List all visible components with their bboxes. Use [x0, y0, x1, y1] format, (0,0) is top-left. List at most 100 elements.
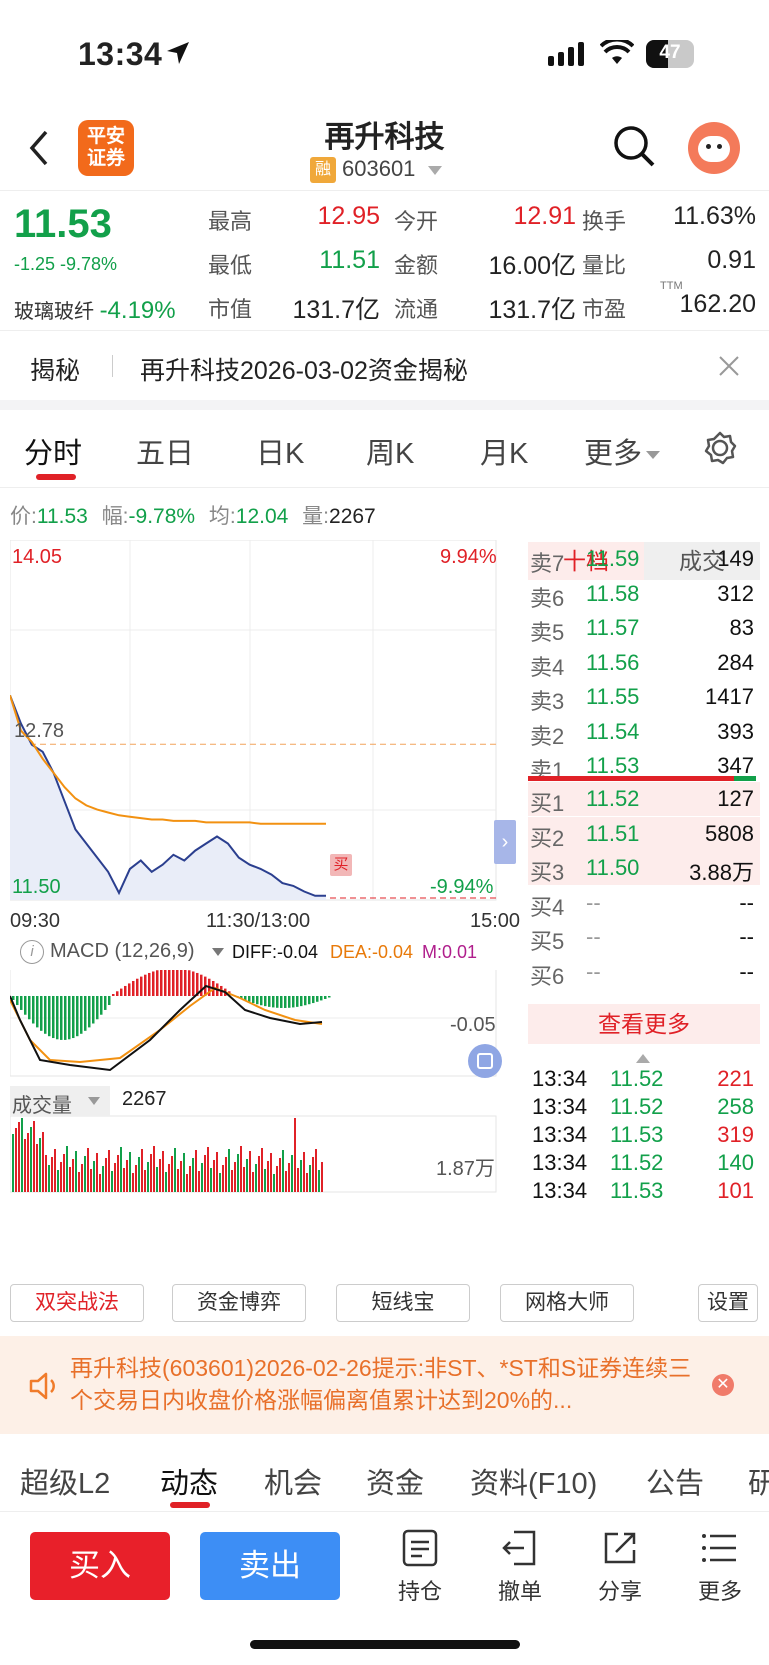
bid-level-label: 买5: [530, 929, 565, 954]
tool-settings[interactable]: 设置: [698, 1284, 758, 1322]
volume-bar: [258, 1156, 260, 1192]
assistant-avatar[interactable]: [688, 122, 740, 174]
volume-bar: [18, 1122, 20, 1192]
volume-bar: [162, 1151, 164, 1192]
macd-bar: [280, 996, 283, 1008]
bid-level-row[interactable]: 买4 -- --: [528, 886, 760, 920]
macd-bar: [160, 969, 163, 996]
stat-label-high: 最高: [208, 209, 253, 234]
sector-link[interactable]: 玻璃玻纤 -4.19%: [14, 295, 176, 325]
share-button[interactable]: 分享: [580, 1528, 660, 1606]
status-time: 13:34: [78, 36, 163, 72]
macd-bar: [148, 972, 151, 996]
volume-bar: [219, 1173, 221, 1192]
intraday-chart[interactable]: 14.05 9.94% 12.78 11.50 -9.94% 09:30 11:…: [10, 540, 526, 1270]
close-icon[interactable]: [718, 355, 740, 377]
ask-level-volume: 312: [717, 580, 754, 606]
tab-announcements[interactable]: 公告: [646, 1460, 704, 1502]
tab-daily-k[interactable]: 日K: [256, 430, 304, 472]
stock-code-selector[interactable]: 融 603601: [310, 156, 442, 184]
bid-level-row[interactable]: 买5 -- --: [528, 920, 760, 954]
bid-level-volume: --: [739, 958, 754, 984]
ask-level-volume: 1417: [705, 684, 754, 709]
bid-level-row[interactable]: 买2 11.51 5808: [528, 816, 760, 851]
volume-bar: [189, 1166, 191, 1192]
volume-bar: [132, 1173, 134, 1192]
fund-reveal-banner[interactable]: 揭秘 再升科技2026-03-02资金揭秘: [0, 330, 769, 400]
risk-notice[interactable]: 再升科技(603601)2026-02-26提示:非ST、*ST和S证券连续三个…: [0, 1336, 769, 1434]
volume-bar: [45, 1155, 47, 1192]
caret-down-icon: [427, 165, 442, 175]
macd-bar: [96, 996, 99, 1020]
stat-label-open: 今开: [394, 209, 439, 234]
macd-bar: [16, 996, 19, 1006]
stat-label-amount: 金额: [394, 253, 439, 278]
tool-double-breakout[interactable]: 双突战法: [10, 1284, 144, 1322]
volume-bar: [180, 1161, 182, 1192]
tab-five-day[interactable]: 五日: [136, 430, 194, 472]
expand-orderbook-handle[interactable]: ›: [494, 820, 516, 864]
caret-up-icon[interactable]: [636, 1054, 650, 1063]
ask-level-row[interactable]: 卖4 11.56 284: [528, 646, 760, 680]
stat-value-mktcap: 131.7亿: [292, 296, 380, 324]
buy-marker[interactable]: 买: [330, 854, 352, 876]
macd-bar: [48, 996, 51, 1037]
ask-level-row[interactable]: 卖5 11.57 83: [528, 611, 760, 645]
position-button[interactable]: 持仓: [380, 1528, 460, 1606]
volume-bar: [51, 1157, 53, 1192]
cancel-order-button[interactable]: 撤单: [480, 1528, 560, 1606]
volume-bar: [270, 1153, 272, 1192]
trade-row: 13:34 11.52 140: [528, 1150, 760, 1178]
tab-f10[interactable]: 资料(F10): [470, 1460, 597, 1502]
tab-opportunity[interactable]: 机会: [264, 1460, 322, 1502]
ask-level-row[interactable]: 卖6 11.58 312: [528, 577, 760, 611]
ask-level-price: 11.54: [586, 718, 640, 744]
ask-level-row[interactable]: 卖7 11.59 149: [528, 542, 760, 576]
gear-icon[interactable]: [702, 430, 738, 466]
ask-level-row[interactable]: 卖2 11.54 393: [528, 715, 760, 749]
volume-bar: [237, 1154, 239, 1192]
tab-news[interactable]: 动态: [160, 1460, 218, 1502]
tab-funds[interactable]: 资金: [366, 1460, 424, 1502]
macd-plot-frame: [10, 967, 497, 1077]
macd-bar: [152, 971, 155, 996]
tab-super-l2[interactable]: 超级L2: [20, 1460, 110, 1502]
ask-level-price: 11.56: [586, 649, 640, 675]
volume-bar: [93, 1161, 95, 1192]
volume-bar: [264, 1169, 266, 1192]
bid-level-row[interactable]: 买6 -- --: [528, 955, 760, 989]
tab-weekly-k[interactable]: 周K: [366, 430, 414, 472]
bid-level-row[interactable]: 买3 11.50 3.88万: [528, 851, 760, 885]
tool-grid-master[interactable]: 网格大师: [500, 1284, 634, 1322]
volume-bar: [291, 1155, 293, 1192]
buy-button[interactable]: 买入: [30, 1532, 170, 1600]
trade-price: 11.52: [610, 1150, 664, 1175]
bid-level-row[interactable]: 买1 11.52 127: [528, 782, 760, 816]
tool-fund-game[interactable]: 资金博弈: [172, 1284, 306, 1322]
volume-bar: [312, 1157, 314, 1192]
more-button[interactable]: 更多: [680, 1528, 760, 1606]
macd-bar: [156, 970, 159, 996]
ask-level-row[interactable]: 卖3 11.55 1417: [528, 680, 760, 714]
volume-bar: [126, 1160, 128, 1192]
tab-more[interactable]: 更多: [584, 430, 661, 472]
sell-button[interactable]: 卖出: [200, 1532, 340, 1600]
bid-level-price: 11.51: [586, 820, 640, 846]
volume-bar: [300, 1160, 302, 1192]
fullscreen-icon[interactable]: [468, 1044, 502, 1078]
view-more-button[interactable]: 查看更多: [528, 1004, 760, 1044]
macd-title[interactable]: MACD (12,26,9): [50, 940, 195, 963]
tab-research[interactable]: 研: [748, 1460, 769, 1502]
volume-selector[interactable]: 成交量: [10, 1086, 110, 1117]
price-divider: [528, 776, 754, 781]
tab-intraday[interactable]: 分时: [24, 430, 82, 472]
search-icon[interactable]: [612, 124, 656, 168]
macd-bar: [80, 996, 83, 1034]
macd-bar: [288, 996, 291, 1008]
macd-bar: [68, 996, 71, 1040]
info-circle-icon[interactable]: i: [20, 940, 44, 964]
volume-bar: [198, 1171, 200, 1192]
close-icon[interactable]: ✕: [712, 1374, 734, 1396]
tab-monthly-k[interactable]: 月K: [480, 430, 528, 472]
tool-short-term[interactable]: 短线宝: [336, 1284, 470, 1322]
